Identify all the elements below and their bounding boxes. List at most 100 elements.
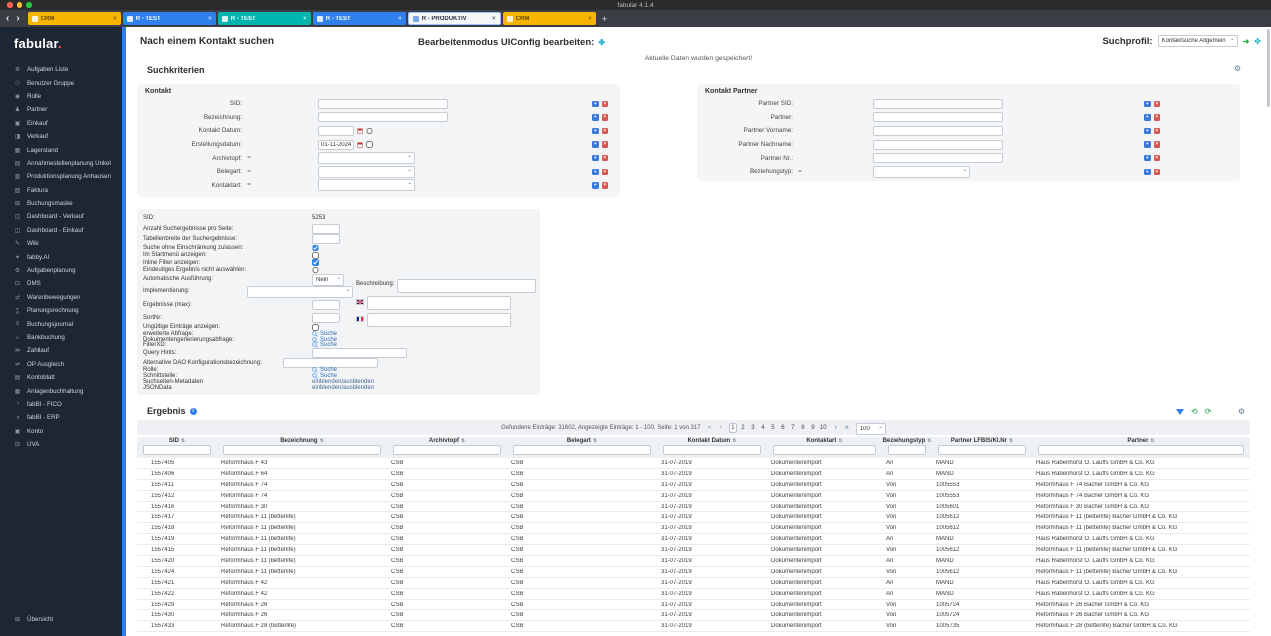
close-tab-icon[interactable]: × <box>398 16 402 22</box>
criteria-settings-gear-icon[interactable]: ⚙ <box>1234 64 1241 73</box>
browser-tab[interactable]: CRM × <box>28 12 121 25</box>
sidebar-item[interactable]: ▤ Annahmestellenplanung Unkel <box>0 157 122 170</box>
delete-criterion-icon[interactable]: × <box>602 114 609 121</box>
column-filter-input[interactable] <box>663 445 761 455</box>
delete-criterion-icon[interactable]: × <box>602 141 609 148</box>
new-tab-button[interactable]: + <box>602 14 607 24</box>
sidebar-item[interactable]: ⊞ Buchungsmaske <box>0 197 122 210</box>
browser-tab[interactable]: CRM × <box>503 12 596 25</box>
column-filter-input[interactable] <box>888 445 926 455</box>
export-refresh-icon[interactable]: ⟲ <box>1191 407 1198 416</box>
table-row[interactable]: 1557429 Reformhaus F 26 CSB CSB 31-07-20… <box>137 600 1250 611</box>
delete-criterion-icon[interactable]: × <box>602 128 609 135</box>
copy-criterion-icon[interactable]: + <box>1144 128 1151 135</box>
profile-config-icon[interactable]: ✤ <box>1254 37 1261 46</box>
sidebar-item[interactable]: ▥ Produktionsplanung Anhausen <box>0 170 122 183</box>
page-button[interactable]: 3 <box>749 423 757 433</box>
table-row[interactable]: 1557430 Reformhaus F 26 CSB CSB 31-07-20… <box>137 610 1250 621</box>
page-size-select[interactable]: 100 <box>856 423 886 435</box>
archivtopf-select[interactable] <box>318 152 415 164</box>
table-row[interactable]: 1557422 Reformhaus F 42 CSB CSB 31-07-20… <box>137 589 1250 600</box>
unrestricted-search-checkbox[interactable] <box>312 245 319 252</box>
table-row[interactable]: 1557411 Reformhaus F 74 CSB CSB 31-07-20… <box>137 480 1250 491</box>
beschreibung-en-textarea[interactable] <box>367 296 511 310</box>
sidebar-item[interactable]: ◔ fabBI - FICO <box>0 398 122 411</box>
column-label[interactable]: Kontaktart⇅ <box>806 438 842 444</box>
partner-sid-input[interactable] <box>873 99 1003 109</box>
browser-tab[interactable]: R - TEST × <box>123 12 216 25</box>
copy-criterion-icon[interactable]: + <box>1144 155 1151 162</box>
partner-nr-input[interactable] <box>873 153 1003 163</box>
sidebar-item[interactable]: ⇄ Warenbewegungen <box>0 291 122 304</box>
sidebar-item[interactable]: ◫ Dashboard - Einkauf <box>0 224 122 237</box>
show-invalid-entries-checkbox[interactable] <box>312 324 319 331</box>
sidebar-item[interactable]: ⊟ UVA <box>0 438 122 451</box>
table-row[interactable]: 1557424 Reformhaus F 11 (betterlife) CSB… <box>137 567 1250 578</box>
sort-icon[interactable]: ⇅ <box>732 438 736 444</box>
column-label[interactable]: Kontakt Datum⇅ <box>688 438 737 444</box>
column-filter-input[interactable] <box>1038 445 1244 455</box>
filter-icon[interactable] <box>1176 409 1184 415</box>
sidebar-item[interactable]: ⚇ Benutzer Gruppe <box>0 76 122 89</box>
sort-icon[interactable]: ⇅ <box>1009 438 1013 444</box>
prev-page-icon[interactable]: ‹ <box>719 424 723 431</box>
delete-criterion-icon[interactable]: × <box>602 169 609 176</box>
table-row[interactable]: 1557412 Reformhaus F 74 CSB CSB 31-07-20… <box>137 491 1250 502</box>
uiconfig-edit-icon[interactable]: ✤ <box>598 38 605 47</box>
alt-dao-config-input[interactable] <box>283 358 378 368</box>
sidebar-item[interactable]: ▤ Kontoblatt <box>0 371 122 384</box>
delete-criterion-icon[interactable]: × <box>1154 141 1161 148</box>
calendar-icon[interactable] <box>357 142 363 148</box>
kontakt-sid-input[interactable] <box>318 99 448 109</box>
beschreibung-textarea[interactable] <box>397 279 536 293</box>
table-width-input[interactable] <box>312 234 340 244</box>
show-in-startmenu-checkbox[interactable] <box>312 252 319 259</box>
close-tab-icon[interactable]: × <box>492 16 496 22</box>
column-filter-input[interactable] <box>223 445 381 455</box>
page-button[interactable]: 7 <box>789 423 797 433</box>
column-label[interactable]: Beziehungstyp⇅ <box>883 438 932 444</box>
table-row[interactable]: 1557417 Reformhaus F 11 (betterlife) CSB… <box>137 512 1250 523</box>
column-label[interactable]: Archivtopf⇅ <box>429 438 465 444</box>
column-label[interactable]: Bezeichnung⇅ <box>280 438 324 444</box>
page-button[interactable]: 1 <box>729 423 737 433</box>
query-hints-input[interactable] <box>312 348 407 358</box>
table-row[interactable]: 1557433 Reformhaus F 28 (betterlife) CSB… <box>137 621 1250 632</box>
browser-tab[interactable]: R - TEST × <box>218 12 311 25</box>
close-tab-icon[interactable]: × <box>303 16 307 22</box>
copy-criterion-icon[interactable]: + <box>592 182 599 189</box>
copy-criterion-icon[interactable]: + <box>592 169 599 176</box>
sidebar-item[interactable]: ≫ Zahllauf <box>0 344 122 357</box>
column-filter-input[interactable] <box>773 445 876 455</box>
column-filter-input[interactable] <box>143 445 211 455</box>
forward-icon[interactable]: › <box>16 14 19 24</box>
kontaktart-operator[interactable]: = <box>242 182 256 188</box>
max-results-input[interactable] <box>312 300 340 310</box>
beziehungstyp-operator[interactable]: = <box>793 169 807 175</box>
sidebar-item[interactable]: ▧ Faktura <box>0 184 122 197</box>
delete-criterion-icon[interactable]: × <box>1154 169 1161 176</box>
kontakt-datum-input[interactable] <box>318 126 354 136</box>
kontaktart-select[interactable] <box>318 179 415 191</box>
copy-criterion-icon[interactable]: + <box>1144 169 1151 176</box>
sort-icon[interactable]: ⇅ <box>181 438 185 444</box>
run-search-profile-icon[interactable]: ➜ <box>1243 37 1250 46</box>
table-row[interactable]: 1557416 Reformhaus F 30 CSB CSB 31-07-20… <box>137 502 1250 513</box>
archivtopf-operator[interactable]: = <box>242 155 256 161</box>
delete-criterion-icon[interactable]: × <box>602 155 609 162</box>
partner-input[interactable] <box>873 112 1003 122</box>
delete-criterion-icon[interactable]: × <box>602 182 609 189</box>
back-icon[interactable]: ‹ <box>6 14 9 24</box>
partner-nachname-input[interactable] <box>873 140 1003 150</box>
copy-criterion-icon[interactable]: + <box>1144 114 1151 121</box>
copy-criterion-icon[interactable]: + <box>592 114 599 121</box>
sort-icon[interactable]: ⇅ <box>1150 438 1154 444</box>
sidebar-item[interactable]: ✦ fabby.AI <box>0 250 122 263</box>
delete-criterion-icon[interactable]: × <box>1154 101 1161 108</box>
column-label[interactable]: SID⇅ <box>169 438 185 444</box>
copy-criterion-icon[interactable]: + <box>592 128 599 135</box>
browser-tab[interactable]: R - PRODUKTIV × <box>408 12 501 25</box>
table-row[interactable]: 1557419 Reformhaus F 11 (betterlife) CSB… <box>137 534 1250 545</box>
sidebar-item[interactable]: ✎ Wiki <box>0 237 122 250</box>
implementierung-select[interactable] <box>247 286 353 298</box>
